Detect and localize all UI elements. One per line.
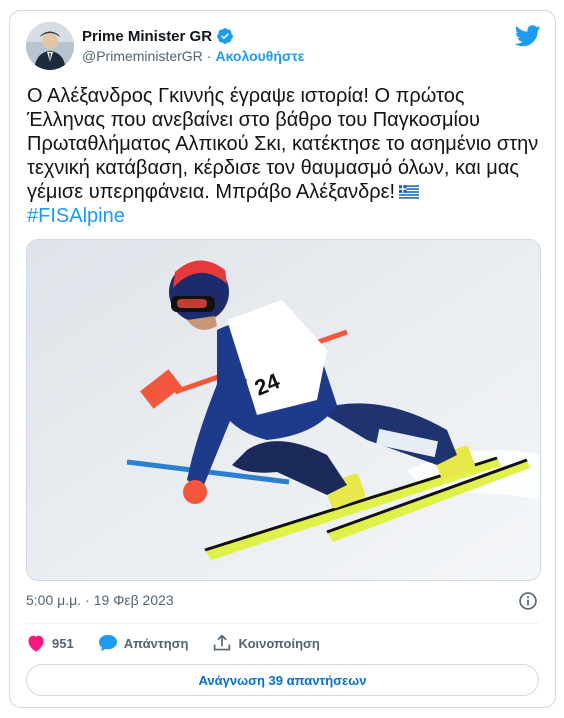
heart-icon [28, 635, 44, 652]
tweet-card: Prime Minister GR @PrimeministerGR · Ακο… [9, 10, 556, 708]
author-name[interactable]: Prime Minister GR [82, 28, 212, 45]
follow-button[interactable]: Ακολουθήστε [215, 48, 304, 64]
like-button[interactable]: 951 [26, 634, 74, 652]
reply-label: Απάντηση [123, 635, 189, 651]
handle-line: @PrimeministerGR · Ακολουθήστε [82, 48, 304, 64]
tweet-text: Ο Αλέξανδρος Γκιννής έγραψε ιστορία! Ο π… [27, 84, 542, 228]
verified-badge-icon [217, 28, 233, 44]
hashtag-link[interactable]: #FISAlpine [27, 205, 125, 227]
tweet-photo[interactable]: 24 [26, 239, 541, 581]
tweet-time: 5:00 μ.μ. [26, 592, 82, 608]
avatar[interactable] [26, 22, 74, 70]
twitter-bird-icon[interactable] [515, 25, 541, 47]
like-count: 951 [52, 635, 74, 651]
divider [26, 623, 539, 624]
share-icon [214, 634, 231, 651]
meta-separator: · [85, 592, 90, 608]
read-replies-button[interactable]: Ανάγνωση 39 απαντήσεων [26, 664, 539, 696]
tweet-body: Ο Αλέξανδρος Γκιννής έγραψε ιστορία! Ο π… [27, 85, 539, 203]
reply-button[interactable]: Απάντηση [98, 634, 189, 652]
greek-flag-icon [399, 185, 420, 199]
separator: · [206, 48, 212, 64]
timestamp[interactable]: 5:00 μ.μ. · 19 Φεβ 2023 [26, 592, 174, 608]
speech-bubble-icon [98, 634, 117, 652]
share-button[interactable]: Κοινοποίηση [212, 634, 320, 652]
share-label: Κοινοποίηση [238, 635, 320, 651]
tweet-date: 19 Φεβ 2023 [93, 592, 174, 608]
action-bar: 951 Απάντηση Κοινοποίηση [26, 633, 344, 653]
author-handle[interactable]: @PrimeministerGR [82, 48, 203, 64]
author-name-line: Prime Minister GR [82, 27, 234, 45]
info-icon[interactable] [518, 591, 538, 611]
